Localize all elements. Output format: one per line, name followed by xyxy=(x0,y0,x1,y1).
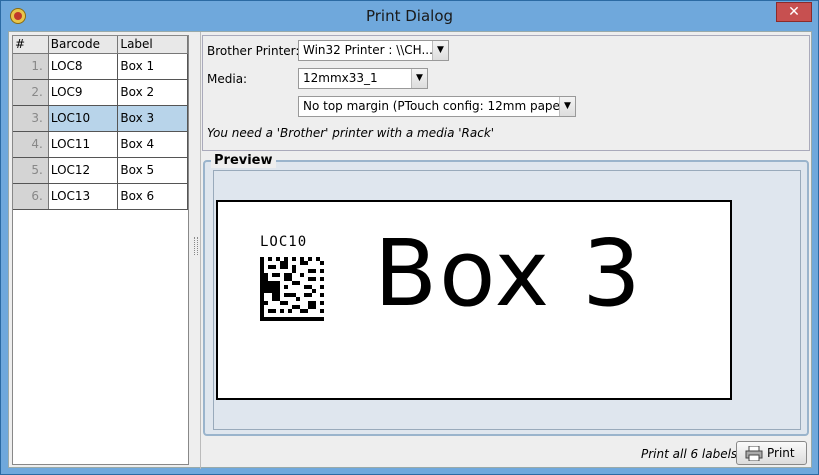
barcode-cell[interactable]: LOC12 xyxy=(49,158,119,183)
barcode-cell[interactable]: LOC10 xyxy=(48,106,119,131)
table-header: # Barcode Label xyxy=(13,36,188,54)
config-value: No top margin (PTouch config: 12mm paper… xyxy=(303,99,570,113)
table-row[interactable]: 4. LOC11 Box 4 xyxy=(13,132,188,158)
barcode-cell[interactable]: LOC13 xyxy=(49,184,119,209)
label-cell[interactable]: Box 2 xyxy=(118,80,188,105)
chevron-down-icon[interactable]: ▼ xyxy=(411,69,427,88)
close-button[interactable]: ✕ xyxy=(776,2,812,22)
print-summary: Print all 6 labels xyxy=(641,447,738,461)
table-row[interactable]: 2. LOC9 Box 2 xyxy=(13,80,188,106)
preview-panel: Preview LOC10 Box 3 xyxy=(203,153,809,436)
barcode-cell[interactable]: LOC11 xyxy=(49,132,119,157)
media-label: Media: xyxy=(207,72,248,86)
chevron-down-icon[interactable]: ▼ xyxy=(432,41,448,60)
config-select[interactable]: No top margin (PTouch config: 12mm paper… xyxy=(298,96,576,117)
printer-icon xyxy=(745,446,763,461)
column-header-label[interactable]: Label xyxy=(118,36,188,53)
label-cell[interactable]: Box 3 xyxy=(118,106,188,131)
media-select[interactable]: 12mmx33_1 ▼ xyxy=(298,68,428,89)
label-preview: LOC10 Box 3 xyxy=(216,200,732,400)
datamatrix-barcode xyxy=(260,257,324,321)
printer-label: Brother Printer: xyxy=(207,44,300,58)
label-text: Box 3 xyxy=(374,220,643,327)
table-row[interactable]: 1. LOC8 Box 1 xyxy=(13,54,188,80)
row-number: 5. xyxy=(13,158,49,183)
table-row[interactable]: 6. LOC13 Box 6 xyxy=(13,184,188,210)
print-button-label: Print xyxy=(767,446,795,460)
printer-hint: You need a 'Brother' printer with a medi… xyxy=(207,126,495,140)
label-cell[interactable]: Box 5 xyxy=(118,158,188,183)
preview-title: Preview xyxy=(211,153,276,168)
table-row-selected[interactable]: 3. LOC10 Box 3 xyxy=(13,106,188,132)
split-pane-handle[interactable] xyxy=(194,237,198,255)
title-bar[interactable]: Print Dialog ✕ xyxy=(1,1,818,31)
column-header-number[interactable]: # xyxy=(13,36,49,53)
print-button[interactable]: Print xyxy=(736,441,807,465)
printer-select[interactable]: Win32 Printer : \\CH... ▼ xyxy=(298,40,449,61)
row-number: 3. xyxy=(13,106,49,131)
row-number: 4. xyxy=(13,132,49,157)
column-header-barcode[interactable]: Barcode xyxy=(49,36,119,53)
row-number: 6. xyxy=(13,184,49,209)
window-title: Print Dialog xyxy=(365,7,454,25)
print-dialog-window: Print Dialog ✕ # Barcode Label 1. LOC8 B… xyxy=(0,0,819,475)
dialog-body: # Barcode Label 1. LOC8 Box 1 2. LOC9 Bo… xyxy=(8,31,812,469)
row-number: 1. xyxy=(13,54,49,79)
barcode-caption: LOC10 xyxy=(260,234,308,250)
printer-value: Win32 Printer : \\CH... xyxy=(303,43,433,57)
row-number: 2. xyxy=(13,80,49,105)
close-icon: ✕ xyxy=(788,4,800,20)
table-row[interactable]: 5. LOC12 Box 5 xyxy=(13,158,188,184)
barcode-cell[interactable]: LOC9 xyxy=(49,80,119,105)
preview-area: LOC10 Box 3 xyxy=(213,170,801,430)
labels-table: # Barcode Label 1. LOC8 Box 1 2. LOC9 Bo… xyxy=(12,35,189,465)
chevron-down-icon[interactable]: ▼ xyxy=(559,97,575,116)
barcode-cell[interactable]: LOC8 xyxy=(49,54,119,79)
label-cell[interactable]: Box 4 xyxy=(118,132,188,157)
printer-options-panel: Brother Printer: Win32 Printer : \\CH...… xyxy=(202,35,810,151)
media-value: 12mmx33_1 xyxy=(303,71,378,85)
label-cell[interactable]: Box 6 xyxy=(118,184,188,209)
label-cell[interactable]: Box 1 xyxy=(118,54,188,79)
split-divider[interactable] xyxy=(200,32,201,469)
